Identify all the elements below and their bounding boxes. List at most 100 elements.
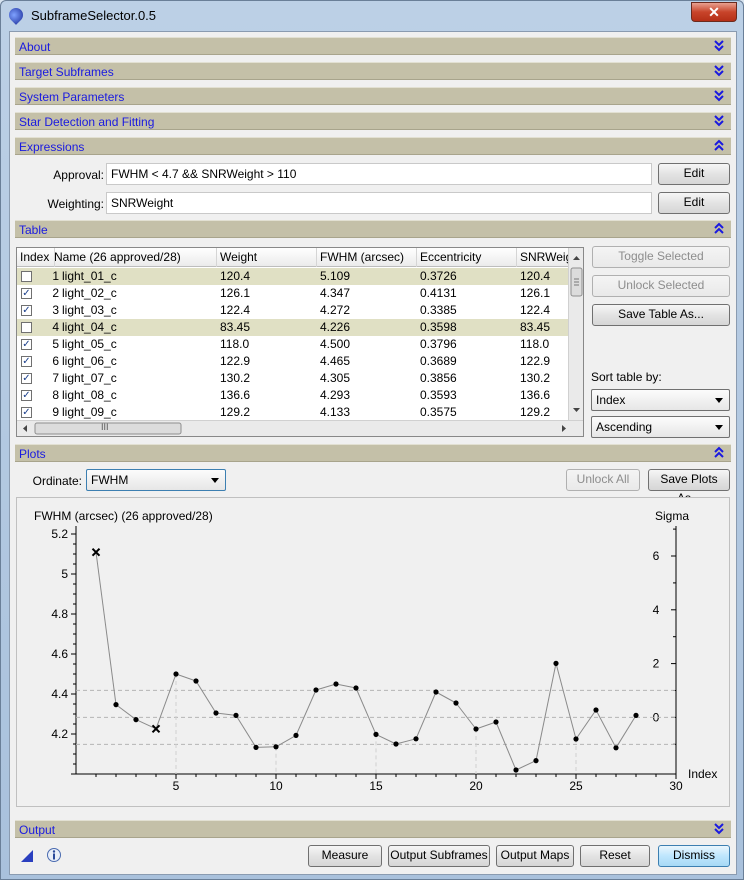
table-row[interactable]: ✓ 7 light_07_c 130.2 4.305 0.3856 130.2 [17,370,569,387]
weighting-field[interactable]: SNRWeight [106,192,652,214]
subframe-table[interactable]: Index Name (26 approved/28) Weight FWHM … [16,247,584,437]
expand-chevron-icon [714,90,724,102]
unlock-all-button[interactable]: Unlock All [566,469,640,491]
column-header-fwhm[interactable]: FWHM (arcsec) [317,248,417,267]
approval-checkbox[interactable]: ✓ [21,305,32,316]
approval-checkbox[interactable]: ✓ [21,373,32,384]
data-point[interactable] [493,719,499,725]
title-bar[interactable]: SubframeSelector.0.5 ✕ [1,1,743,31]
column-header-index[interactable]: Index [17,248,55,267]
data-point[interactable] [473,726,479,732]
toggle-selected-button[interactable]: Toggle Selected [592,246,730,268]
data-point[interactable] [313,687,319,693]
data-point[interactable] [293,732,299,738]
cell-fwhm: 4.347 [320,286,351,300]
section-target-subframes[interactable]: Target Subframes [15,62,731,80]
section-label: Star Detection and Fitting [19,115,155,129]
data-point[interactable] [133,717,139,723]
data-point[interactable] [633,712,639,718]
data-point[interactable] [373,731,379,737]
sort-by-value: Index [596,393,626,407]
table-row[interactable]: ✓ 2 light_02_c 126.1 4.347 0.4131 126.1 [17,285,569,302]
section-about[interactable]: About [15,37,731,55]
section-star-detection[interactable]: Star Detection and Fitting [15,112,731,130]
save-table-button[interactable]: Save Table As... [592,304,730,326]
data-point[interactable] [613,745,619,751]
data-point[interactable] [453,700,459,706]
cell-snr: 83.45 [520,320,551,334]
column-header-snrweight[interactable]: SNRWeig [517,248,569,267]
data-point[interactable] [533,758,539,764]
approval-edit-button[interactable]: Edit [658,163,730,185]
app-icon [6,5,26,25]
data-point[interactable] [193,678,199,684]
sort-order-select[interactable]: Ascending [591,416,730,438]
data-point[interactable] [213,710,219,716]
approval-checkbox[interactable]: ✓ [21,339,32,350]
approval-checkbox[interactable] [21,271,32,282]
table-horizontal-scrollbar[interactable]: III [17,420,583,436]
dropdown-arrow-icon [715,425,723,430]
approval-checkbox[interactable]: ✓ [21,390,32,401]
cell-weight: 136.6 [220,388,251,402]
dismiss-button[interactable]: Dismiss [658,845,730,867]
approval-checkbox[interactable]: ✓ [21,356,32,367]
data-point[interactable] [393,741,399,747]
data-point[interactable] [353,685,359,691]
approval-checkbox[interactable]: ✓ [21,407,32,418]
rejected-data-point[interactable] [151,724,161,734]
data-point[interactable] [413,736,419,742]
table-row[interactable]: 4 light_04_c 83.45 4.226 0.3598 83.45 [17,319,569,336]
column-header-name[interactable]: Name (26 approved/28) [51,248,217,267]
table-row[interactable]: ✓ 3 light_03_c 122.4 4.272 0.3385 122.4 [17,302,569,319]
x-tick-label: 20 [469,779,483,793]
data-point[interactable] [513,767,519,773]
column-header-eccentricity[interactable]: Eccentricity [417,248,517,267]
table-vertical-scrollbar[interactable] [568,248,583,420]
new-instance-icon[interactable] [20,849,34,863]
section-table[interactable]: Table [15,220,731,238]
data-point[interactable] [333,681,339,687]
table-row[interactable]: ✓ 6 light_06_c 122.9 4.465 0.3689 122.9 [17,353,569,370]
section-label: About [19,40,51,54]
ordinate-select[interactable]: FWHM [86,469,226,491]
sigma-tick-label: 6 [653,549,660,563]
fwhm-plot[interactable]: FWHM (arcsec) (26 approved/28) Sigma Index… [16,497,730,807]
section-expressions[interactable]: Expressions [15,137,731,155]
data-point[interactable] [113,702,119,708]
cell-snr: 136.6 [520,388,551,402]
data-point[interactable] [253,744,259,750]
section-output[interactable]: Output [15,820,731,838]
output-subframes-button[interactable]: Output Subframes [388,845,490,867]
y-tick-label: 5 [61,567,68,581]
cell-name: light_01_c [62,269,117,283]
table-row[interactable]: ✓ 5 light_05_c 118.0 4.500 0.3796 118.0 [17,336,569,353]
section-plots[interactable]: Plots [15,444,731,462]
table-row[interactable]: ✓ 9 light_09_c 129.2 4.133 0.3575 129.2 [17,404,569,421]
data-point[interactable] [573,736,579,742]
table-row[interactable]: 1 light_01_c 120.4 5.109 0.3726 120.4 [17,268,569,285]
data-point[interactable] [433,689,439,695]
sigma-axis-label: Sigma [655,509,689,523]
sort-by-select[interactable]: Index [591,389,730,411]
reset-button[interactable]: Reset [580,845,650,867]
save-plots-button[interactable]: Save Plots As... [648,469,730,505]
approval-field[interactable]: FWHM < 4.7 && SNRWeight > 110 [106,163,652,185]
weighting-edit-button[interactable]: Edit [658,192,730,214]
measure-button[interactable]: Measure [308,845,382,867]
table-row[interactable]: ✓ 8 light_08_c 136.6 4.293 0.3593 136.6 [17,387,569,404]
info-icon[interactable] [46,847,62,863]
data-point[interactable] [553,660,559,666]
section-system-parameters[interactable]: System Parameters [15,87,731,105]
output-maps-button[interactable]: Output Maps [496,845,574,867]
data-point[interactable] [233,712,239,718]
data-point[interactable] [593,707,599,713]
data-point[interactable] [173,671,179,677]
column-header-weight[interactable]: Weight [217,248,317,267]
close-button[interactable]: ✕ [691,2,737,22]
data-point[interactable] [273,744,279,750]
approval-checkbox[interactable]: ✓ [21,288,32,299]
fwhm-chart[interactable]: FWHM (arcsec) (26 approved/28) Sigma Index… [17,498,729,806]
unlock-selected-button[interactable]: Unlock Selected [592,275,730,297]
approval-checkbox[interactable] [21,322,32,333]
